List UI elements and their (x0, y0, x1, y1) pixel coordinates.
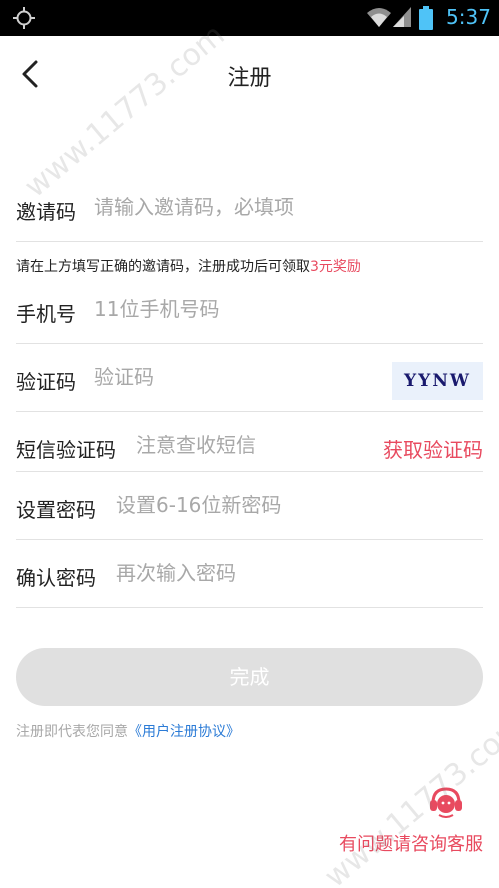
app-header: 注册 (0, 36, 499, 112)
captcha-row: 验证码 YYNW (16, 344, 483, 412)
signal-icon (393, 7, 411, 27)
sms-label: 短信验证码 (16, 438, 116, 462)
invite-hint-text: 请在上方填写正确的邀请码，注册成功后可领取 (16, 259, 310, 275)
password-label: 设置密码 (16, 498, 96, 522)
confirm-password-input[interactable] (116, 556, 476, 590)
customer-service-icon (430, 787, 462, 818)
sms-row: 短信验证码 获取验证码 (16, 412, 483, 472)
status-time: 5:37 (446, 5, 491, 29)
page-title: 注册 (227, 66, 272, 91)
agreement-text: 注册即代表您同意《用户注册协议》 (16, 721, 240, 741)
customer-service-button[interactable]: 有问题请咨询客服 (323, 786, 483, 856)
agreement-link[interactable]: 《用户注册协议》 (128, 724, 240, 740)
gps-icon (13, 7, 35, 29)
agreement-prefix: 注册即代表您同意 (16, 724, 128, 740)
battery-icon (419, 6, 433, 30)
password-input[interactable] (116, 488, 476, 522)
captcha-label: 验证码 (16, 370, 76, 394)
invite-row: 邀请码 (16, 172, 483, 242)
customer-service-label: 有问题请咨询客服 (339, 834, 483, 855)
phone-input[interactable] (94, 292, 474, 326)
submit-button[interactable]: 完成 (16, 648, 483, 706)
phone-row: 手机号 (16, 276, 483, 344)
captcha-image[interactable]: YYNW (392, 362, 483, 400)
password-row: 设置密码 (16, 472, 483, 540)
invite-reward: 3元奖励 (310, 259, 361, 275)
captcha-input[interactable] (94, 360, 374, 394)
wifi-icon (367, 8, 391, 27)
get-code-button[interactable]: 获取验证码 (383, 434, 483, 463)
invite-label: 邀请码 (16, 200, 76, 224)
sms-code-input[interactable] (136, 428, 366, 462)
phone-label: 手机号 (16, 302, 76, 326)
invite-code-input[interactable] (94, 190, 474, 224)
status-bar: 5:37 (0, 0, 499, 36)
confirm-password-label: 确认密码 (16, 566, 96, 590)
confirm-password-row: 确认密码 (16, 540, 483, 608)
invite-hint: 请在上方填写正确的邀请码，注册成功后可领取3元奖励 (16, 256, 361, 276)
